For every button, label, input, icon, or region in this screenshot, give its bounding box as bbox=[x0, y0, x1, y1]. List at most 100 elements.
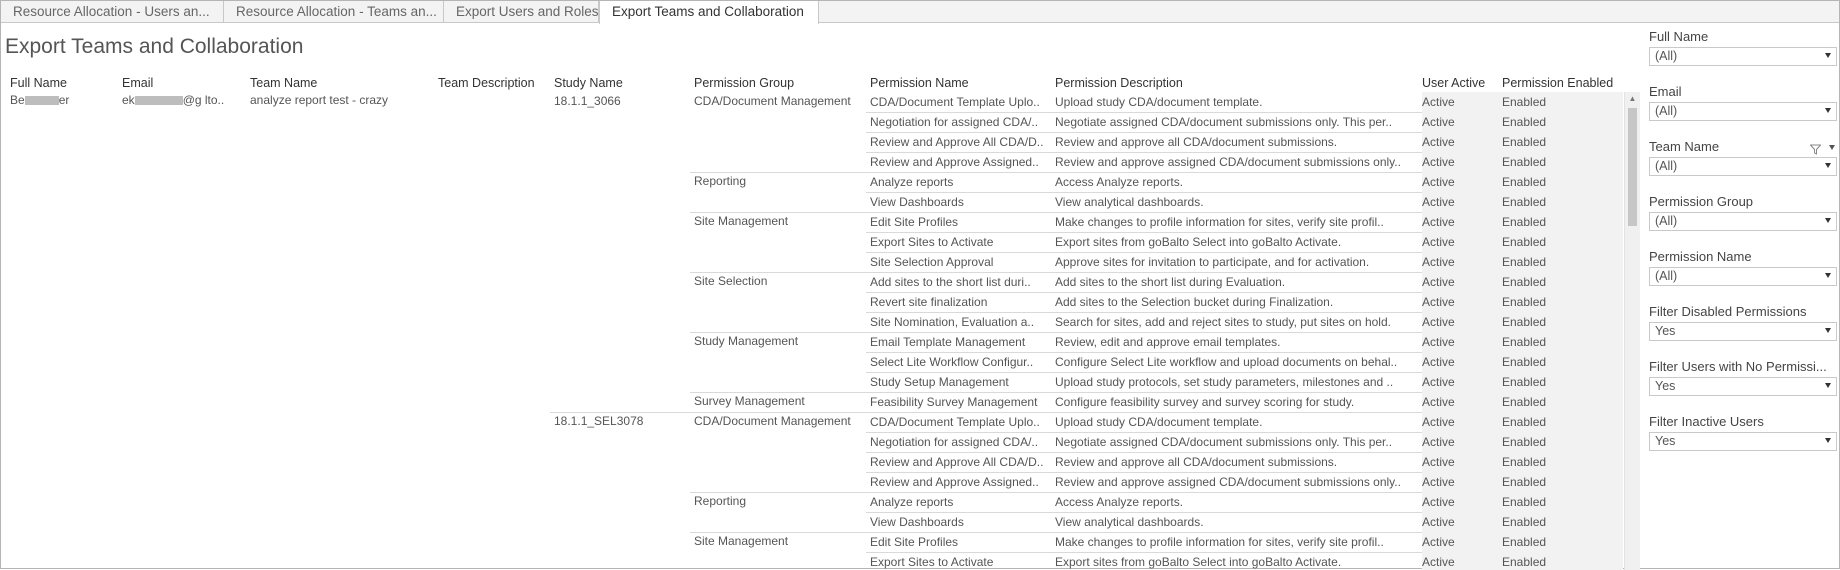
permission-description-cell[interactable]: Add sites to the short list during Evalu… bbox=[1055, 274, 1415, 290]
permission-name-cell[interactable]: Export Sites to Activate bbox=[870, 554, 1050, 570]
user-active-cell[interactable]: Active bbox=[1422, 534, 1497, 550]
filter-dropdown[interactable]: (All) bbox=[1649, 47, 1837, 66]
permission-name-cell[interactable]: Revert site finalization bbox=[870, 294, 1050, 310]
filter-dropdown[interactable]: (All) bbox=[1649, 102, 1837, 121]
team-name-cell[interactable]: analyze report test - crazy bbox=[250, 92, 430, 108]
permission-description-cell[interactable]: View analytical dashboards. bbox=[1055, 514, 1415, 530]
user-active-cell[interactable]: Active bbox=[1422, 214, 1497, 230]
user-active-cell[interactable]: Active bbox=[1422, 414, 1497, 430]
permission-name-cell[interactable]: Review and Approve All CDA/D.. bbox=[870, 134, 1050, 150]
user-active-cell[interactable]: Active bbox=[1422, 134, 1497, 150]
permission-name-cell[interactable]: Analyze reports bbox=[870, 494, 1050, 510]
filter-menu-caret-icon[interactable] bbox=[1829, 145, 1835, 150]
column-header[interactable]: Email bbox=[122, 76, 153, 90]
sheet-tab[interactable]: Export Teams and Collaboration bbox=[599, 1, 819, 24]
permission-description-cell[interactable]: Access Analyze reports. bbox=[1055, 494, 1415, 510]
permission-enabled-cell[interactable]: Enabled bbox=[1502, 294, 1622, 310]
column-header[interactable]: Permission Enabled bbox=[1502, 76, 1613, 90]
permission-group-cell[interactable]: Reporting bbox=[694, 493, 864, 509]
permission-description-cell[interactable]: Review and approve all CDA/document subm… bbox=[1055, 454, 1415, 470]
filter-dropdown[interactable]: Yes bbox=[1649, 377, 1837, 396]
user-active-cell[interactable]: Active bbox=[1422, 494, 1497, 510]
permission-enabled-cell[interactable]: Enabled bbox=[1502, 174, 1622, 190]
user-active-cell[interactable]: Active bbox=[1422, 314, 1497, 330]
permission-group-cell[interactable]: CDA/Document Management bbox=[694, 413, 864, 429]
permission-name-cell[interactable]: Edit Site Profiles bbox=[870, 214, 1050, 230]
permission-enabled-cell[interactable]: Enabled bbox=[1502, 494, 1622, 510]
full-name-cell[interactable]: Be er bbox=[10, 92, 110, 108]
user-active-cell[interactable]: Active bbox=[1422, 554, 1497, 570]
permission-description-cell[interactable]: Review and approve all CDA/document subm… bbox=[1055, 134, 1415, 150]
column-header[interactable]: Team Description bbox=[438, 76, 535, 90]
permission-enabled-cell[interactable]: Enabled bbox=[1502, 414, 1622, 430]
permission-group-cell[interactable]: Survey Management bbox=[694, 393, 864, 409]
column-header[interactable]: Permission Group bbox=[694, 76, 794, 90]
permission-name-cell[interactable]: Add sites to the short list duri.. bbox=[870, 274, 1050, 290]
permission-name-cell[interactable]: Site Selection Approval bbox=[870, 254, 1050, 270]
permission-description-cell[interactable]: Upload study protocols, set study parame… bbox=[1055, 374, 1415, 390]
permission-name-cell[interactable]: View Dashboards bbox=[870, 514, 1050, 530]
user-active-cell[interactable]: Active bbox=[1422, 254, 1497, 270]
user-active-cell[interactable]: Active bbox=[1422, 334, 1497, 350]
permission-name-cell[interactable]: Site Nomination, Evaluation a.. bbox=[870, 314, 1050, 330]
permission-enabled-cell[interactable]: Enabled bbox=[1502, 274, 1622, 290]
permission-description-cell[interactable]: View analytical dashboards. bbox=[1055, 194, 1415, 210]
permission-name-cell[interactable]: Edit Site Profiles bbox=[870, 534, 1050, 550]
permission-name-cell[interactable]: Study Setup Management bbox=[870, 374, 1050, 390]
permission-enabled-cell[interactable]: Enabled bbox=[1502, 154, 1622, 170]
user-active-cell[interactable]: Active bbox=[1422, 294, 1497, 310]
permission-enabled-cell[interactable]: Enabled bbox=[1502, 454, 1622, 470]
user-active-cell[interactable]: Active bbox=[1422, 354, 1497, 370]
permission-description-cell[interactable]: Configure feasibility survey and survey … bbox=[1055, 394, 1415, 410]
filter-dropdown[interactable]: Yes bbox=[1649, 432, 1837, 451]
permission-enabled-cell[interactable]: Enabled bbox=[1502, 214, 1622, 230]
permission-enabled-cell[interactable]: Enabled bbox=[1502, 314, 1622, 330]
permission-name-cell[interactable]: Email Template Management bbox=[870, 334, 1050, 350]
user-active-cell[interactable]: Active bbox=[1422, 454, 1497, 470]
permission-name-cell[interactable]: Analyze reports bbox=[870, 174, 1050, 190]
permission-description-cell[interactable]: Upload study CDA/document template. bbox=[1055, 414, 1415, 430]
permission-name-cell[interactable]: Review and Approve Assigned.. bbox=[870, 474, 1050, 490]
permission-enabled-cell[interactable]: Enabled bbox=[1502, 434, 1622, 450]
user-active-cell[interactable]: Active bbox=[1422, 234, 1497, 250]
user-active-cell[interactable]: Active bbox=[1422, 474, 1497, 490]
table-vertical-scrollbar[interactable]: ▲ bbox=[1624, 92, 1640, 570]
user-active-cell[interactable]: Active bbox=[1422, 374, 1497, 390]
permission-description-cell[interactable]: Approve sites for invitation to particip… bbox=[1055, 254, 1415, 270]
permission-enabled-cell[interactable]: Enabled bbox=[1502, 94, 1622, 110]
permission-name-cell[interactable]: Export Sites to Activate bbox=[870, 234, 1050, 250]
permission-description-cell[interactable]: Review, edit and approve email templates… bbox=[1055, 334, 1415, 350]
permission-description-cell[interactable]: Negotiate assigned CDA/document submissi… bbox=[1055, 114, 1415, 130]
permission-enabled-cell[interactable]: Enabled bbox=[1502, 234, 1622, 250]
email-cell[interactable]: ek @g lto.. bbox=[122, 92, 242, 108]
sheet-tab[interactable]: Resource Allocation - Teams an... bbox=[224, 1, 444, 23]
permission-enabled-cell[interactable]: Enabled bbox=[1502, 474, 1622, 490]
permission-name-cell[interactable]: CDA/Document Template Uplo.. bbox=[870, 94, 1050, 110]
user-active-cell[interactable]: Active bbox=[1422, 394, 1497, 410]
permission-description-cell[interactable]: Make changes to profile information for … bbox=[1055, 214, 1415, 230]
permission-name-cell[interactable]: Negotiation for assigned CDA/.. bbox=[870, 114, 1050, 130]
column-header[interactable]: Full Name bbox=[10, 76, 67, 90]
permission-enabled-cell[interactable]: Enabled bbox=[1502, 534, 1622, 550]
permission-enabled-cell[interactable]: Enabled bbox=[1502, 394, 1622, 410]
permission-name-cell[interactable]: View Dashboards bbox=[870, 194, 1050, 210]
user-active-cell[interactable]: Active bbox=[1422, 114, 1497, 130]
user-active-cell[interactable]: Active bbox=[1422, 274, 1497, 290]
permission-name-cell[interactable]: Review and Approve All CDA/D.. bbox=[870, 454, 1050, 470]
permission-description-cell[interactable]: Make changes to profile information for … bbox=[1055, 534, 1415, 550]
permission-name-cell[interactable]: Select Lite Workflow Configur.. bbox=[870, 354, 1050, 370]
permission-description-cell[interactable]: Export sites from goBalto Select into go… bbox=[1055, 554, 1415, 570]
scrollbar-thumb[interactable] bbox=[1628, 108, 1637, 226]
column-header[interactable]: Team Name bbox=[250, 76, 317, 90]
permission-group-cell[interactable]: CDA/Document Management bbox=[694, 93, 864, 109]
sheet-tab[interactable]: Export Users and Roles bbox=[444, 1, 599, 23]
column-header[interactable]: Study Name bbox=[554, 76, 623, 90]
permission-enabled-cell[interactable]: Enabled bbox=[1502, 254, 1622, 270]
study-name-cell[interactable]: 18.1.1_3066 bbox=[554, 93, 684, 109]
permission-description-cell[interactable]: Search for sites, add and reject sites t… bbox=[1055, 314, 1415, 330]
permission-enabled-cell[interactable]: Enabled bbox=[1502, 354, 1622, 370]
permission-description-cell[interactable]: Access Analyze reports. bbox=[1055, 174, 1415, 190]
column-header[interactable]: User Active bbox=[1422, 76, 1485, 90]
user-active-cell[interactable]: Active bbox=[1422, 154, 1497, 170]
user-active-cell[interactable]: Active bbox=[1422, 514, 1497, 530]
